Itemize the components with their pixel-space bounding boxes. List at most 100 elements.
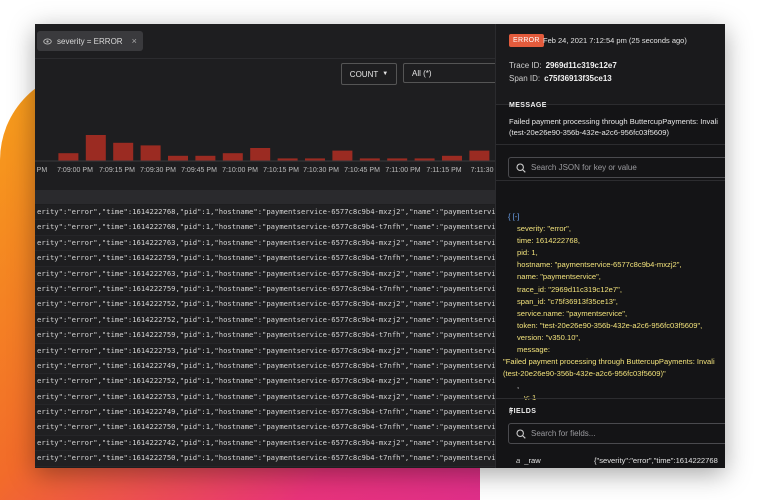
json-row[interactable]: service.name: "paymentservice", bbox=[510, 308, 725, 320]
json-row[interactable]: hostname: "paymentservice-6577c8c9b4-mxz… bbox=[510, 259, 725, 271]
histogram-bar[interactable] bbox=[332, 150, 353, 161]
results-header bbox=[35, 190, 495, 204]
caret-down-icon: ▼ bbox=[382, 71, 389, 77]
log-row[interactable]: erity":"error","time":1614222752,"pid":1… bbox=[35, 313, 495, 329]
field-row-raw[interactable]: a _raw {"severity":"error","time":1614222… bbox=[516, 456, 718, 465]
message-line: (test-20e26e90-356b-432e-a2c6-956fc03f56… bbox=[509, 128, 670, 137]
histogram-bar[interactable] bbox=[469, 150, 490, 161]
log-row[interactable]: erity":"error","time":1614222763,"pid":1… bbox=[35, 235, 495, 252]
json-row[interactable]: time: 1614222768, bbox=[510, 235, 725, 247]
message-line: Failed payment processing through Butter… bbox=[509, 117, 718, 126]
json-key: pid: bbox=[517, 248, 530, 258]
json-key: service.name: bbox=[517, 308, 565, 318]
histogram-bar[interactable] bbox=[222, 153, 243, 161]
json-key: token: bbox=[517, 320, 538, 330]
json-key: version: bbox=[517, 332, 544, 342]
search-icon bbox=[516, 429, 526, 439]
histogram-bar[interactable] bbox=[168, 155, 188, 161]
log-row[interactable]: erity":"error","time":1614222768,"pid":1… bbox=[35, 220, 495, 236]
json-row[interactable]: severity: "error", bbox=[510, 223, 725, 235]
trace-id-value[interactable]: 2969d11c319c12e7 bbox=[546, 61, 617, 70]
log-row[interactable]: erity":"error","time":1614222759,"pid":1… bbox=[35, 282, 495, 298]
json-key: message: bbox=[517, 345, 550, 355]
x-tick-label: 5 PM bbox=[35, 167, 47, 174]
log-row[interactable]: erity":"error","time":1614222753,"pid":1… bbox=[35, 389, 495, 406]
message-text: Failed payment processing through Butter… bbox=[509, 116, 725, 138]
histogram-chart: 5 PM 7:09:00 PM 7:09:15 PM 7:09:30 PM 7:09:4… bbox=[35, 84, 495, 184]
json-viewer: { [-] severity: "error", time: 1614222768… bbox=[503, 211, 725, 417]
json-toggle[interactable]: { [-] bbox=[508, 211, 725, 223]
x-tick-label: 7:09:30 PM bbox=[140, 167, 176, 174]
log-row[interactable]: erity":"error","time":1614222759,"pid":1… bbox=[35, 251, 495, 267]
log-row[interactable]: erity":"error","time":1614222750,"pid":1… bbox=[35, 420, 495, 436]
json-comma: , bbox=[517, 381, 520, 391]
severity-badge: ERROR bbox=[509, 34, 544, 47]
x-tick-label: 7:09:15 PM bbox=[99, 167, 135, 174]
log-row[interactable]: erity":"error","time":1614222752,"pid":1… bbox=[35, 374, 495, 390]
log-row[interactable]: erity":"error","time":1614222759,"pid":1… bbox=[35, 328, 495, 344]
x-tick-label: 7:10:30 PM bbox=[303, 167, 339, 174]
x-tick-label: 7:11:00 PM bbox=[385, 167, 420, 174]
json-row[interactable]: span_id: "c75f36913f35ce13", bbox=[510, 296, 725, 308]
log-row[interactable]: erity":"error","time":1614222753,"pid":1… bbox=[35, 344, 495, 359]
json-close-brace: } bbox=[510, 405, 513, 415]
event-header: ERROR Feb 24, 2021 7:12:54 pm (25 second… bbox=[496, 24, 725, 105]
json-value: 1614222768, bbox=[535, 236, 580, 246]
json-key: hostname: bbox=[517, 260, 553, 270]
log-row[interactable]: erity":"error","time":1614222752,"pid":1… bbox=[35, 297, 495, 313]
log-row[interactable]: erity":"error","time":1614222750,"pid":1… bbox=[35, 451, 495, 467]
histogram-svg: 5 PM 7:09:00 PM 7:09:15 PM 7:09:30 PM 7:09:4… bbox=[35, 135, 495, 174]
json-key: span_id: bbox=[517, 296, 546, 306]
x-tick-label: 7:09:00 PM bbox=[57, 167, 93, 174]
log-explorer-window: severity = ERROR × COUNT ▼ All (*) 5 PM 7… bbox=[35, 24, 725, 468]
filter-chip-severity[interactable]: severity = ERROR × bbox=[37, 31, 143, 51]
log-row[interactable]: erity":"error","time":1614222742,"pid":1… bbox=[35, 436, 495, 452]
log-row[interactable]: erity":"error","time":1614222749,"pid":1… bbox=[35, 405, 495, 421]
log-row[interactable]: erity":"error","time":1614222768,"pid":1… bbox=[35, 205, 495, 221]
field-selector[interactable]: All (*) bbox=[403, 63, 495, 83]
search-icon bbox=[516, 163, 526, 173]
divider bbox=[35, 58, 495, 59]
histogram-bar[interactable] bbox=[250, 148, 271, 161]
field-value: {"severity":"error","time":1614222768 bbox=[594, 456, 718, 465]
histogram-bar[interactable] bbox=[140, 145, 161, 161]
eye-icon[interactable] bbox=[43, 37, 52, 46]
span-id-value[interactable]: c75f36913f35ce13 bbox=[544, 74, 612, 83]
trace-id-row: Trace ID: 2969d11c319c12e7 bbox=[509, 61, 617, 70]
json-row[interactable]: name: "paymentservice", bbox=[510, 271, 725, 283]
json-value: "paymentservice", bbox=[540, 272, 601, 282]
fields-search-placeholder: Search for fields... bbox=[531, 429, 596, 438]
json-message-value-line: "Failed payment processing through Butte… bbox=[503, 357, 715, 367]
message-section-title: MESSAGE bbox=[509, 102, 547, 109]
fields-section-title: FIELDS bbox=[509, 408, 537, 415]
json-value: "error", bbox=[547, 224, 571, 234]
json-row[interactable]: version: "v350.10", bbox=[510, 332, 725, 344]
fields-search-input[interactable]: Search for fields... bbox=[508, 423, 725, 444]
close-icon[interactable]: × bbox=[132, 36, 137, 46]
json-row[interactable]: message: bbox=[510, 344, 725, 356]
json-search-input[interactable]: Search JSON for key or value bbox=[508, 157, 725, 178]
json-row[interactable]: pid: 1, bbox=[510, 247, 725, 259]
count-dropdown-label: COUNT bbox=[349, 69, 379, 79]
log-row[interactable]: erity":"error","time":1614222763,"pid":1… bbox=[35, 266, 495, 282]
histogram-bar[interactable] bbox=[113, 142, 134, 161]
histogram-bar[interactable] bbox=[85, 135, 106, 161]
histogram-bar[interactable] bbox=[58, 153, 79, 161]
count-dropdown[interactable]: COUNT ▼ bbox=[341, 63, 397, 85]
x-tick-label: 7:11:30 I bbox=[471, 167, 495, 174]
histogram-bar[interactable] bbox=[442, 155, 462, 161]
trace-id-label: Trace ID: bbox=[509, 61, 542, 70]
filter-chip-label: severity = ERROR bbox=[57, 36, 123, 46]
json-key: time: bbox=[517, 236, 534, 246]
x-tick-label: 7:11:15 PM bbox=[426, 167, 461, 174]
x-tick-label: 7:10:00 PM bbox=[222, 167, 258, 174]
json-value: "c75f36913f35ce13", bbox=[547, 296, 618, 306]
log-row[interactable]: erity":"error","time":1614222750,"pid":1… bbox=[35, 467, 495, 468]
histogram-bar[interactable] bbox=[195, 155, 216, 161]
json-row[interactable]: trace_id: "2969d11c319c12e7", bbox=[510, 284, 725, 296]
log-row[interactable]: erity":"error","time":1614222749,"pid":1… bbox=[35, 358, 495, 375]
span-id-row: Span ID: c75f36913f35ce13 bbox=[509, 74, 612, 83]
json-value: "test-20e26e90-356b-432e-a2c6-956fc03f56… bbox=[539, 320, 703, 330]
json-message-value-line: (test-20e26e90-356b-432e-a2c6-956fc03f56… bbox=[503, 369, 666, 379]
json-row[interactable]: token: "test-20e26e90-356b-432e-a2c6-956… bbox=[510, 320, 725, 332]
